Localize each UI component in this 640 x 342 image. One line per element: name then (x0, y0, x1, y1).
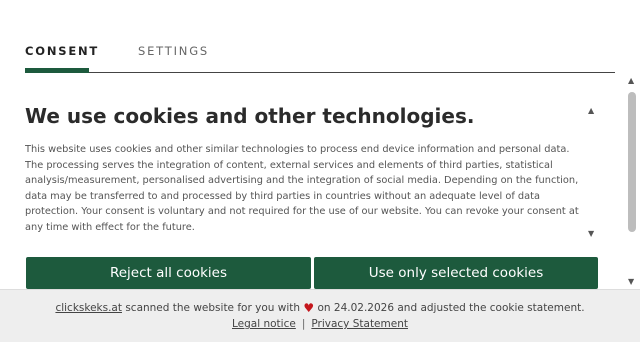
consent-footer: clickskeks.at scanned the website for yo… (0, 289, 640, 342)
page-scroll-down-icon[interactable]: ▼ (628, 277, 634, 286)
privacy-statement-link[interactable]: Privacy Statement (311, 318, 408, 330)
footer-separator: | (301, 318, 306, 330)
scan-text-before: scanned the website for you with (121, 302, 304, 314)
scan-text-after: on 24.02.2026 and adjusted the cookie st… (314, 302, 585, 314)
page-scrollbar[interactable]: ▲ ▼ (626, 76, 638, 286)
page-scroll-thumb[interactable] (628, 92, 636, 232)
content-scrollbar[interactable]: ▲ ▼ (586, 106, 598, 238)
tab-consent[interactable]: CONSENT (25, 44, 99, 58)
tab-active-indicator (25, 68, 89, 73)
use-selected-button[interactable]: Use only selected cookies (314, 257, 598, 289)
page-title: We use cookies and other technologies. (25, 104, 475, 128)
tab-settings[interactable]: SETTINGS (138, 44, 209, 58)
consent-content: We use cookies and other technologies. T… (25, 104, 590, 238)
consent-tabs: CONSENT SETTINGS (25, 44, 615, 74)
heart-icon: ♥ (303, 301, 315, 315)
legal-notice-link[interactable]: Legal notice (232, 318, 296, 330)
footer-links: Legal notice | Privacy Statement (0, 318, 640, 330)
reject-all-button[interactable]: Reject all cookies (26, 257, 311, 289)
consent-description: This website uses cookies and other simi… (25, 144, 579, 233)
scroll-up-icon[interactable]: ▲ (588, 106, 594, 115)
scroll-down-icon[interactable]: ▼ (588, 229, 594, 238)
clickskeks-link[interactable]: clickskeks.at (55, 302, 122, 314)
scan-notice: clickskeks.at scanned the website for yo… (0, 301, 640, 315)
tab-divider (25, 72, 615, 73)
page-scroll-up-icon[interactable]: ▲ (628, 76, 634, 85)
